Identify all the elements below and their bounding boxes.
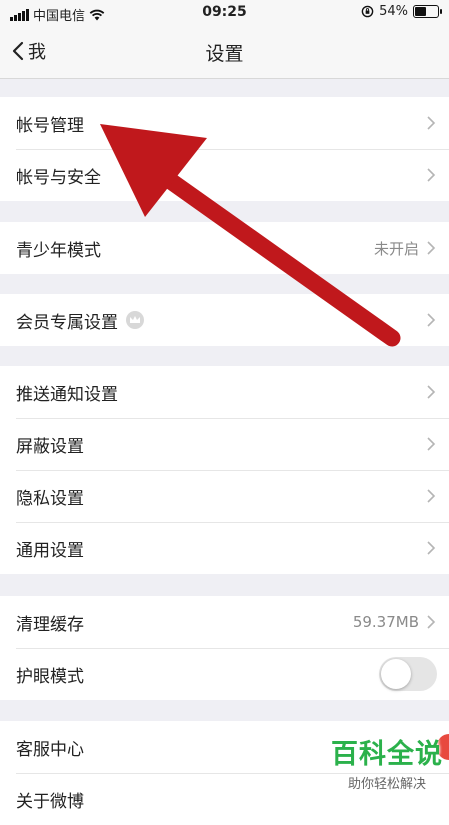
chevron-right-icon <box>427 437 436 451</box>
settings-row-member-settings[interactable]: 会员专属设置 <box>0 294 449 346</box>
eye-care-toggle[interactable] <box>379 657 437 691</box>
row-label: 屏蔽设置 <box>16 436 84 457</box>
chevron-right-icon <box>427 541 436 555</box>
row-label: 护眼模式 <box>16 666 84 687</box>
settings-row-privacy-settings[interactable]: 隐私设置 <box>0 470 449 522</box>
settings-group-general: 推送通知设置 屏蔽设置 隐私设置 通用设置 <box>0 366 449 574</box>
row-label: 通用设置 <box>16 540 84 561</box>
settings-row-block-settings[interactable]: 屏蔽设置 <box>0 418 449 470</box>
settings-group-member: 会员专属设置 <box>0 294 449 346</box>
crown-icon <box>126 311 144 329</box>
settings-group-account: 帐号管理 帐号与安全 <box>0 97 449 201</box>
row-label: 帐号与安全 <box>16 167 101 188</box>
chevron-right-icon <box>427 168 436 182</box>
settings-row-account-management[interactable]: 帐号管理 <box>0 97 449 149</box>
cache-size: 59.37MB <box>352 613 419 631</box>
toggle-knob <box>381 659 411 689</box>
settings-row-clear-cache[interactable]: 清理缓存 59.37MB <box>0 596 449 648</box>
settings-row-youth-mode[interactable]: 青少年模式 未开启 <box>0 222 449 274</box>
status-bar: 中国电信 09:25 54% <box>0 0 449 26</box>
settings-row-eye-care-mode: 护眼模式 <box>0 648 449 700</box>
settings-group-youth: 青少年模式 未开启 <box>0 222 449 274</box>
chevron-right-icon <box>427 385 436 399</box>
chevron-right-icon <box>427 615 436 629</box>
chevron-right-icon <box>427 116 436 130</box>
settings-row-account-security[interactable]: 帐号与安全 <box>0 149 449 201</box>
youth-mode-status: 未开启 <box>373 239 419 258</box>
settings-row-push-notifications[interactable]: 推送通知设置 <box>0 366 449 418</box>
watermark-logo: 百科全说 助你轻松解决 <box>331 732 443 792</box>
chevron-right-icon <box>427 489 436 503</box>
battery-percent: 54% <box>379 4 408 19</box>
battery-icon <box>413 5 442 18</box>
row-label: 隐私设置 <box>16 488 84 509</box>
page-title: 设置 <box>205 43 244 65</box>
rotation-lock-icon <box>361 5 374 18</box>
row-label: 推送通知设置 <box>16 384 118 405</box>
watermark-subtitle: 助你轻松解决 <box>347 777 426 792</box>
settings-group-storage: 清理缓存 59.37MB 护眼模式 <box>0 596 449 700</box>
chevron-right-icon <box>427 241 436 255</box>
watermark-title: 百科全说 <box>331 739 443 770</box>
row-label-wrap: 会员专属设置 <box>16 308 425 333</box>
row-label: 清理缓存 <box>16 614 84 635</box>
chevron-right-icon <box>427 313 436 327</box>
row-label: 帐号管理 <box>16 115 84 136</box>
row-label: 会员专属设置 <box>16 312 118 333</box>
nav-bar: 我 设置 <box>0 26 449 79</box>
row-label: 青少年模式 <box>16 240 101 261</box>
status-right: 54% <box>361 4 442 19</box>
settings-row-general-settings[interactable]: 通用设置 <box>0 522 449 574</box>
